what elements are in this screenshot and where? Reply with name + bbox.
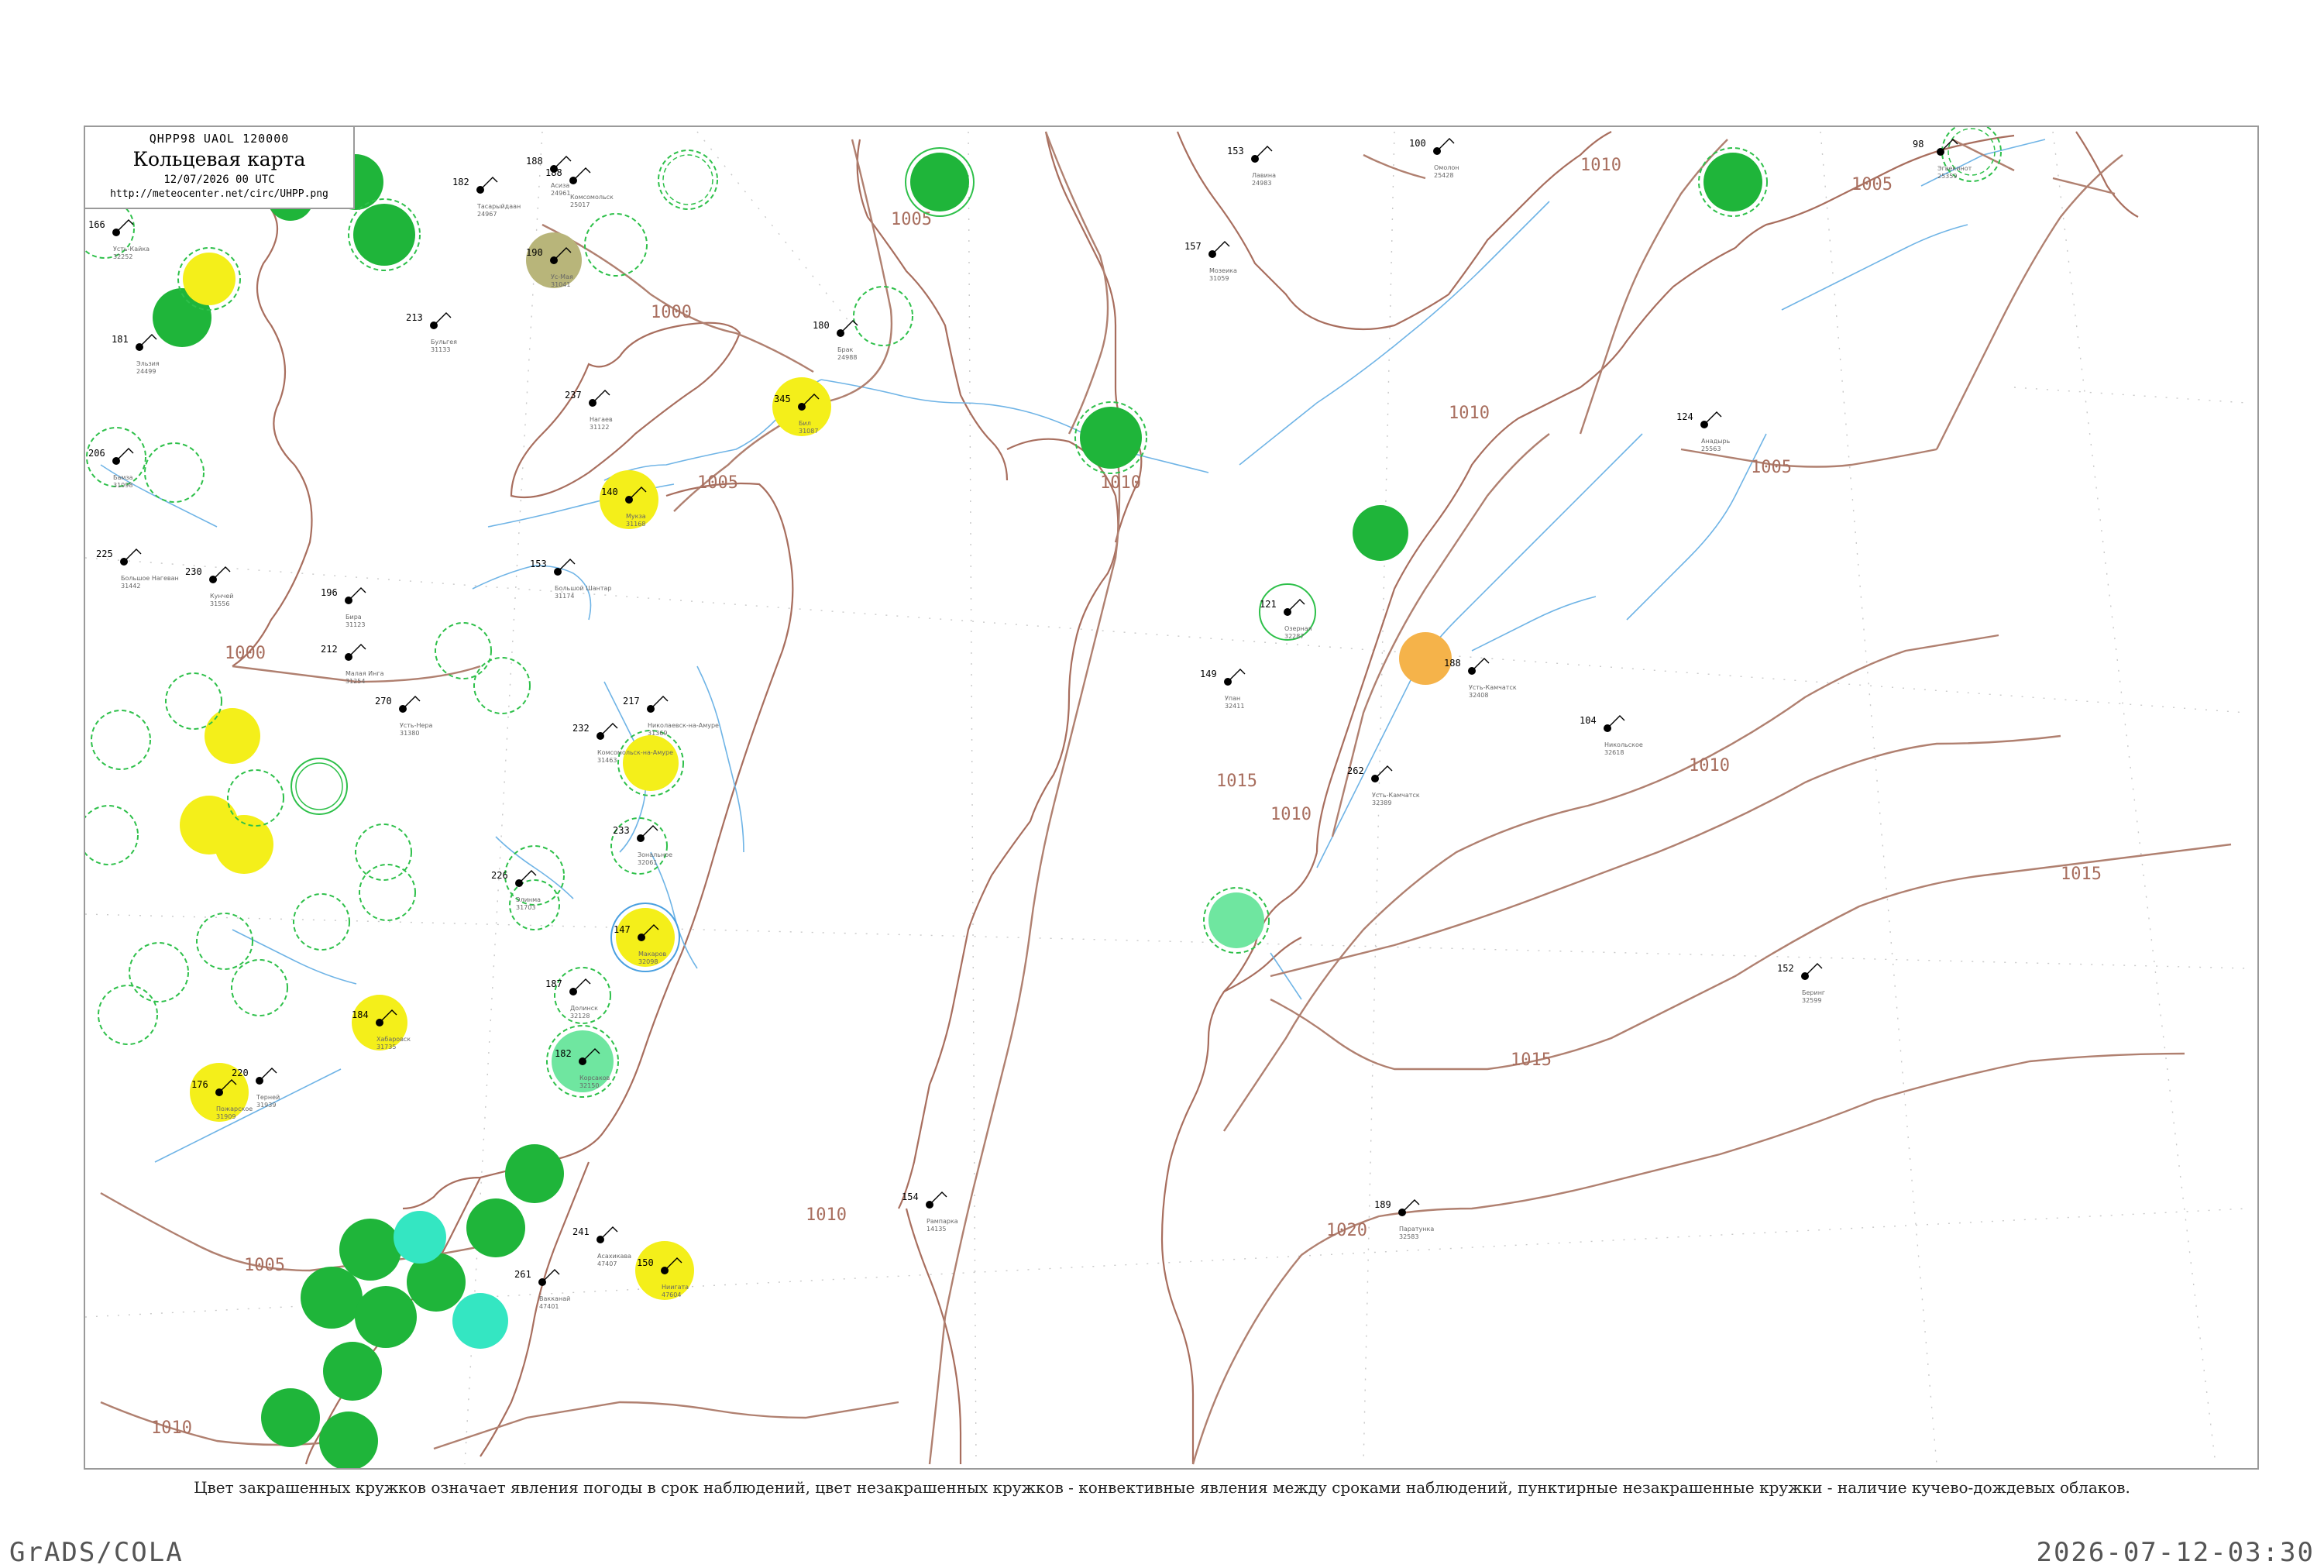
footer-timestamp: 2026-07-12-03:30	[2036, 1537, 2315, 1568]
map-source-url[interactable]: http://meteocenter.net/circ/UHPP.png	[85, 188, 353, 200]
map-title-box: QHPP98 UAOL 120000 Кольцевая карта 12/07…	[84, 126, 355, 209]
map-caption: Цвет закрашенных кружков означает явлени…	[194, 1478, 2130, 1497]
bulletin-code: QHPP98 UAOL 120000	[149, 132, 290, 146]
map-title: Кольцевая карта	[132, 148, 306, 170]
footer-software: GrADS/COLA	[9, 1537, 184, 1568]
map-datetime: 12/07/2026 00 UTC	[163, 174, 275, 186]
map-frame	[84, 126, 2259, 1470]
